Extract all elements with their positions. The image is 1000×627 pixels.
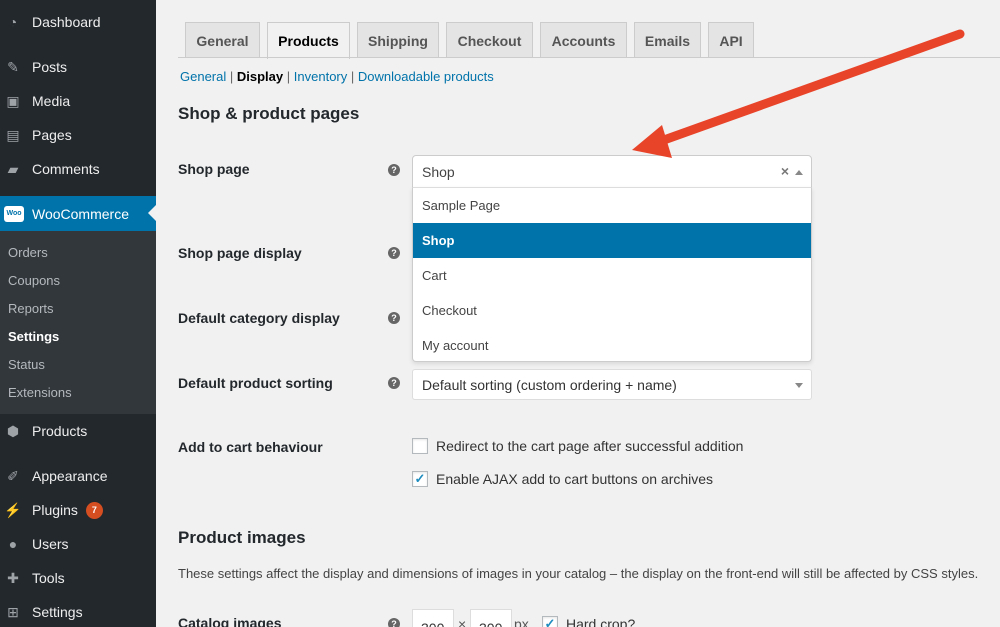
- submenu-orders[interactable]: Orders: [8, 245, 48, 260]
- pin-icon: ✎: [7, 58, 19, 75]
- plugins-update-badge: 7: [85, 501, 103, 519]
- ajax-checkbox-label: Enable AJAX add to cart buttons on archi…: [436, 471, 714, 487]
- plug-icon: ⚡: [4, 501, 22, 518]
- submenu-coupons[interactable]: Coupons: [8, 273, 60, 288]
- help-icon[interactable]: ?: [388, 247, 400, 259]
- wrench-icon: ✚: [7, 569, 19, 586]
- submenu-reports[interactable]: Reports: [8, 301, 54, 316]
- clear-icon[interactable]: ×: [781, 163, 789, 179]
- dimension-unit: px: [514, 616, 529, 627]
- label-default-category-display: Default category display: [178, 310, 340, 326]
- option-shop[interactable]: Shop: [413, 223, 811, 258]
- option-checkout[interactable]: Checkout: [413, 293, 811, 328]
- default-sorting-select[interactable]: Default sorting (custom ordering + name): [412, 369, 812, 400]
- shop-page-options: Sample Page Shop Cart Checkout My accoun…: [412, 187, 812, 362]
- option-cart[interactable]: Cart: [413, 258, 811, 293]
- label-add-to-cart: Add to cart behaviour: [178, 439, 323, 455]
- submenu-settings[interactable]: Settings: [8, 329, 59, 344]
- ajax-checkbox[interactable]: ✓: [412, 471, 428, 487]
- tab-divider: [178, 57, 1000, 58]
- admin-sidebar: ◔ Dashboard ✎ Posts ▣ Media ▤ Pages ▰ Co…: [0, 0, 156, 627]
- help-icon[interactable]: ?: [388, 618, 400, 627]
- hard-crop-row[interactable]: ✓ Hard crop?: [542, 616, 635, 627]
- shop-select-value: Shop: [422, 164, 455, 180]
- catalog-height-input[interactable]: 300: [470, 609, 512, 627]
- sliders-icon: ⊞: [7, 603, 19, 620]
- menu-pages[interactable]: ▤ Pages: [0, 118, 156, 152]
- menu-woocommerce[interactable]: Woo WooCommerce: [0, 196, 156, 231]
- subnav-inventory[interactable]: Inventory: [294, 69, 347, 84]
- user-icon: ●: [8, 536, 18, 552]
- shop-page-select[interactable]: Shop ×: [412, 155, 812, 188]
- help-icon[interactable]: ?: [388, 312, 400, 324]
- label-shop-page-display: Shop page display: [178, 245, 302, 261]
- menu-products[interactable]: ⬢ Products: [0, 414, 156, 448]
- menu-media[interactable]: ▣ Media: [0, 84, 156, 118]
- menu-posts[interactable]: ✎ Posts: [0, 50, 156, 84]
- product-images-description: These settings affect the display and di…: [178, 566, 979, 581]
- woocommerce-submenu: Orders Coupons Reports Settings Status E…: [0, 231, 156, 414]
- section-title-product-images: Product images: [178, 528, 306, 547]
- subnav-general[interactable]: General: [180, 69, 226, 84]
- brush-icon: ✐: [7, 467, 19, 484]
- chevron-up-icon: [795, 170, 803, 175]
- tab-checkout[interactable]: Checkout: [446, 22, 533, 58]
- menu-tools[interactable]: ✚ Tools: [0, 561, 156, 595]
- section-subnav: General | Display | Inventory | Download…: [180, 69, 494, 84]
- tab-shipping[interactable]: Shipping: [357, 22, 439, 58]
- submenu-status[interactable]: Status: [8, 357, 45, 372]
- subnav-display[interactable]: Display: [237, 69, 283, 84]
- tab-api[interactable]: API: [708, 22, 754, 58]
- tab-products[interactable]: Products: [267, 22, 350, 59]
- help-icon[interactable]: ?: [388, 164, 400, 176]
- pages-icon: ▤: [6, 126, 20, 143]
- menu-users[interactable]: ● Users: [0, 527, 156, 561]
- subnav-separator: |: [286, 69, 291, 84]
- tab-general[interactable]: General: [185, 22, 260, 58]
- catalog-width-input[interactable]: 300: [412, 609, 454, 627]
- help-icon[interactable]: ?: [388, 377, 400, 389]
- sort-select-value: Default sorting (custom ordering + name): [422, 377, 677, 393]
- subnav-separator: |: [350, 69, 355, 84]
- media-icon: ▣: [6, 92, 20, 109]
- tab-emails[interactable]: Emails: [634, 22, 701, 58]
- redirect-checkbox-label: Redirect to the cart page after successf…: [436, 438, 744, 454]
- menu-settings[interactable]: ⊞ Settings: [0, 595, 156, 627]
- submenu-extensions[interactable]: Extensions: [8, 385, 72, 400]
- option-sample-page[interactable]: Sample Page: [413, 188, 811, 223]
- section-title-shop-pages: Shop & product pages: [178, 104, 360, 123]
- menu-comments[interactable]: ▰ Comments: [0, 152, 156, 186]
- redirect-checkbox[interactable]: [412, 438, 428, 454]
- menu-appearance[interactable]: ✐ Appearance: [0, 459, 156, 493]
- menu-plugins[interactable]: ⚡ Plugins 7: [0, 493, 156, 527]
- ajax-checkbox-row[interactable]: ✓ Enable AJAX add to cart buttons on arc…: [412, 471, 713, 487]
- subnav-separator: |: [229, 69, 234, 84]
- tab-accounts[interactable]: Accounts: [540, 22, 627, 58]
- comment-icon: ▰: [7, 160, 19, 177]
- dimension-separator: ×: [458, 616, 467, 627]
- label-shop-page: Shop page: [178, 161, 250, 177]
- menu-dashboard[interactable]: ◔ Dashboard: [0, 5, 156, 39]
- chevron-down-icon: [795, 383, 803, 388]
- redirect-checkbox-row[interactable]: Redirect to the cart page after successf…: [412, 438, 743, 454]
- box-icon: ⬢: [6, 422, 20, 439]
- hard-crop-checkbox[interactable]: ✓: [542, 616, 558, 627]
- label-default-product-sorting: Default product sorting: [178, 375, 333, 391]
- dashboard-icon: ◔: [8, 14, 18, 30]
- woo-icon: Woo: [4, 205, 24, 222]
- subnav-downloadable[interactable]: Downloadable products: [358, 69, 494, 84]
- label-catalog-images: Catalog images: [178, 615, 282, 627]
- option-my-account[interactable]: My account: [413, 328, 811, 363]
- hard-crop-label: Hard crop?: [566, 616, 636, 627]
